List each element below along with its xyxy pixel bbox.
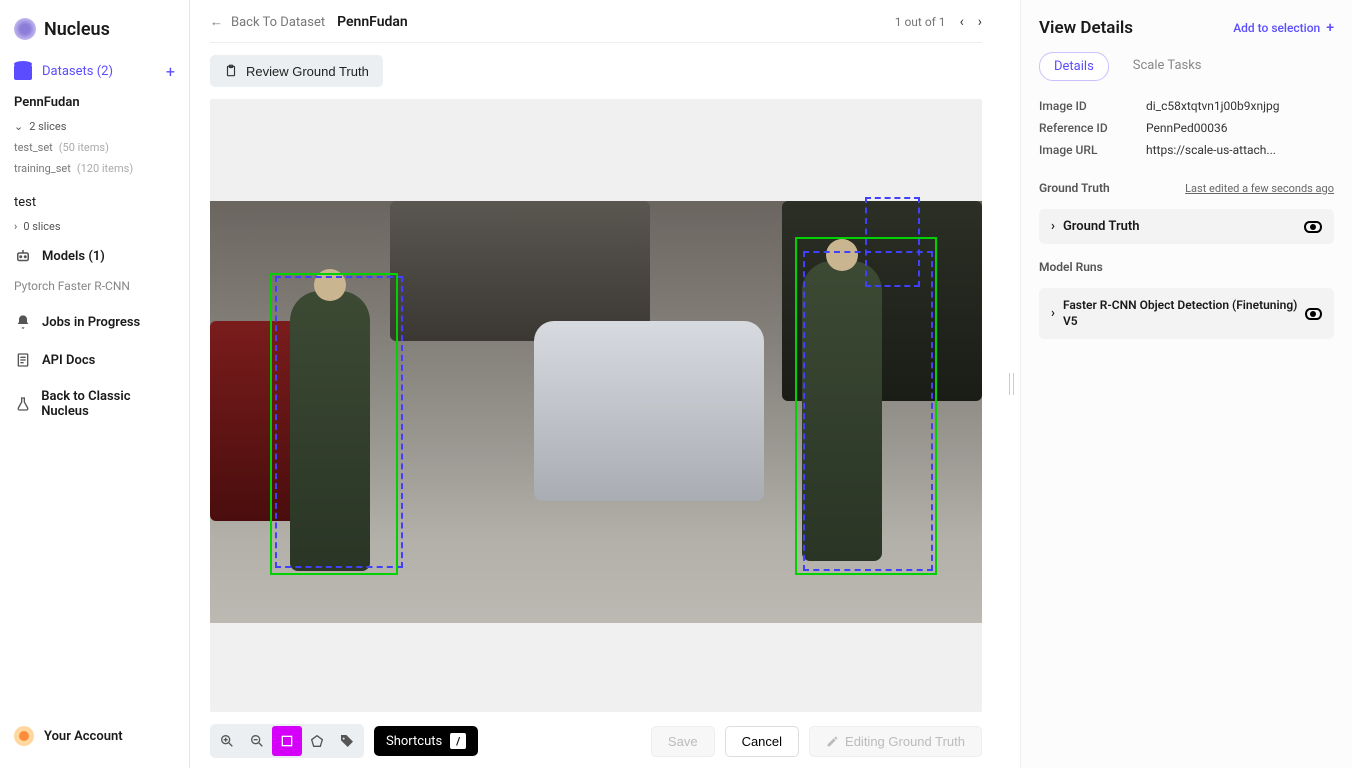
- editing-ground-truth-button: Editing Ground Truth: [809, 726, 982, 757]
- nav-jobs[interactable]: Jobs in Progress: [0, 303, 189, 341]
- cancel-button[interactable]: Cancel: [725, 726, 799, 757]
- brand-name: Nucleus: [44, 19, 110, 40]
- details-title: View Details: [1039, 18, 1133, 38]
- ground-truth-bbox[interactable]: [795, 237, 937, 575]
- flask-icon: [14, 395, 31, 413]
- models-label: Models (1): [42, 249, 105, 264]
- visibility-toggle-icon[interactable]: [1304, 221, 1322, 233]
- shortcuts-button[interactable]: Shortcuts /: [374, 726, 478, 756]
- bottom-toolbar: Shortcuts / Save Cancel Editing Ground T…: [210, 712, 982, 758]
- brand: Nucleus: [0, 12, 189, 54]
- other-slices-toggle[interactable]: › 0 slices: [0, 216, 189, 237]
- add-dataset-icon[interactable]: +: [166, 62, 175, 81]
- slice-count: (50 items): [59, 141, 109, 154]
- back-to-dataset[interactable]: ← Back To Dataset PennFudan: [210, 14, 408, 30]
- image-id-label: Image ID: [1039, 99, 1134, 113]
- brand-logo-icon: [14, 18, 36, 40]
- slice-item[interactable]: test_set (50 items): [0, 137, 189, 158]
- model-item[interactable]: Pytorch Faster R-CNN: [0, 275, 189, 303]
- datasets-label: Datasets (2): [42, 64, 113, 79]
- keyboard-icon: /: [450, 733, 466, 749]
- slice-name: test_set: [14, 141, 53, 154]
- details-panel: View Details Add to selection + Details …: [1020, 0, 1352, 768]
- reference-id-value: PennPed00036: [1146, 121, 1334, 135]
- add-to-selection-label: Add to selection: [1233, 21, 1320, 35]
- polygon-tool-button[interactable]: [302, 726, 332, 756]
- visibility-toggle-icon[interactable]: [1305, 308, 1322, 320]
- avatar-icon: [14, 726, 34, 746]
- image-url-value[interactable]: https://scale-us-attach...: [1146, 143, 1334, 157]
- main-area: ← Back To Dataset PennFudan 1 out of 1 ‹…: [190, 0, 1002, 768]
- arrow-left-icon: ←: [210, 14, 223, 30]
- save-button: Save: [651, 726, 715, 757]
- back-label: Back To Dataset: [231, 15, 325, 30]
- robot-icon: [14, 247, 32, 265]
- review-ground-truth-button[interactable]: Review Ground Truth: [210, 55, 383, 87]
- slices-toggle[interactable]: ⌄ 2 slices: [0, 116, 189, 137]
- slice-count: (120 items): [77, 162, 133, 175]
- top-bar: ← Back To Dataset PennFudan 1 out of 1 ‹…: [210, 14, 982, 43]
- ground-truth-row[interactable]: › Ground Truth: [1039, 209, 1334, 244]
- nav-classic[interactable]: Back to Classic Nucleus: [0, 379, 189, 429]
- chevron-right-icon: ›: [1051, 219, 1055, 234]
- model-run-name: Faster R-CNN Object Detection (Finetunin…: [1063, 298, 1305, 329]
- shortcuts-label: Shortcuts: [386, 734, 442, 749]
- model-run-row[interactable]: › Faster R-CNN Object Detection (Finetun…: [1039, 288, 1334, 339]
- account-row[interactable]: Your Account: [0, 716, 189, 756]
- model-runs-section-label: Model Runs: [1039, 260, 1103, 274]
- plus-icon: +: [1326, 20, 1334, 36]
- image-canvas[interactable]: [210, 99, 982, 712]
- details-tabs: Details Scale Tasks: [1039, 52, 1334, 81]
- tool-group: [210, 724, 364, 758]
- classic-label: Back to Classic Nucleus: [41, 389, 175, 419]
- bell-icon: [14, 313, 32, 331]
- other-slices-summary: 0 slices: [23, 220, 60, 233]
- bbox-tool-button[interactable]: [272, 726, 302, 756]
- zoom-out-button[interactable]: [242, 726, 272, 756]
- panel-resize-handle[interactable]: [1002, 0, 1020, 768]
- tab-scale-tasks[interactable]: Scale Tasks: [1119, 52, 1216, 81]
- clipboard-icon: [224, 63, 238, 79]
- pager-text: 1 out of 1: [895, 15, 946, 29]
- document-icon: [14, 351, 32, 369]
- nav-models[interactable]: Models (1): [0, 237, 189, 275]
- chevron-right-icon: ›: [14, 220, 17, 233]
- pager-next[interactable]: ›: [978, 14, 982, 30]
- tag-tool-button[interactable]: [332, 726, 362, 756]
- tab-details[interactable]: Details: [1039, 52, 1109, 81]
- pager: 1 out of 1 ‹ ›: [895, 14, 982, 30]
- ground-truth-bbox[interactable]: [270, 273, 398, 575]
- account-label: Your Account: [44, 729, 123, 744]
- image-id-value: di_c58xtqtvn1j00b9xnjpg: [1146, 99, 1334, 113]
- slice-item[interactable]: training_set (120 items): [0, 158, 189, 179]
- last-edited-link[interactable]: Last edited a few seconds ago: [1185, 182, 1334, 195]
- current-dataset-name[interactable]: PennFudan: [0, 89, 189, 116]
- image-url-label: Image URL: [1039, 143, 1134, 157]
- ground-truth-row-label: Ground Truth: [1063, 219, 1140, 234]
- pencil-icon: [826, 735, 839, 748]
- slices-summary: 2 slices: [29, 120, 66, 133]
- sidebar: Nucleus Datasets (2) + PennFudan ⌄ 2 sli…: [0, 0, 190, 768]
- nav-api-docs[interactable]: API Docs: [0, 341, 189, 379]
- zoom-in-button[interactable]: [212, 726, 242, 756]
- dataset-title: PennFudan: [337, 14, 408, 30]
- reference-id-label: Reference ID: [1039, 121, 1134, 135]
- add-to-selection-link[interactable]: Add to selection +: [1233, 20, 1334, 36]
- editing-label: Editing Ground Truth: [845, 734, 965, 749]
- pager-prev[interactable]: ‹: [960, 14, 964, 30]
- api-docs-label: API Docs: [42, 353, 95, 368]
- ground-truth-section-label: Ground Truth: [1039, 181, 1110, 195]
- other-dataset-name[interactable]: test: [0, 189, 189, 216]
- chevron-right-icon: ›: [1051, 306, 1055, 321]
- database-icon: [14, 64, 32, 80]
- review-label: Review Ground Truth: [246, 64, 369, 79]
- jobs-label: Jobs in Progress: [42, 315, 140, 330]
- chevron-down-icon: ⌄: [14, 120, 23, 133]
- slice-name: training_set: [14, 162, 71, 175]
- nav-datasets[interactable]: Datasets (2) +: [0, 54, 189, 89]
